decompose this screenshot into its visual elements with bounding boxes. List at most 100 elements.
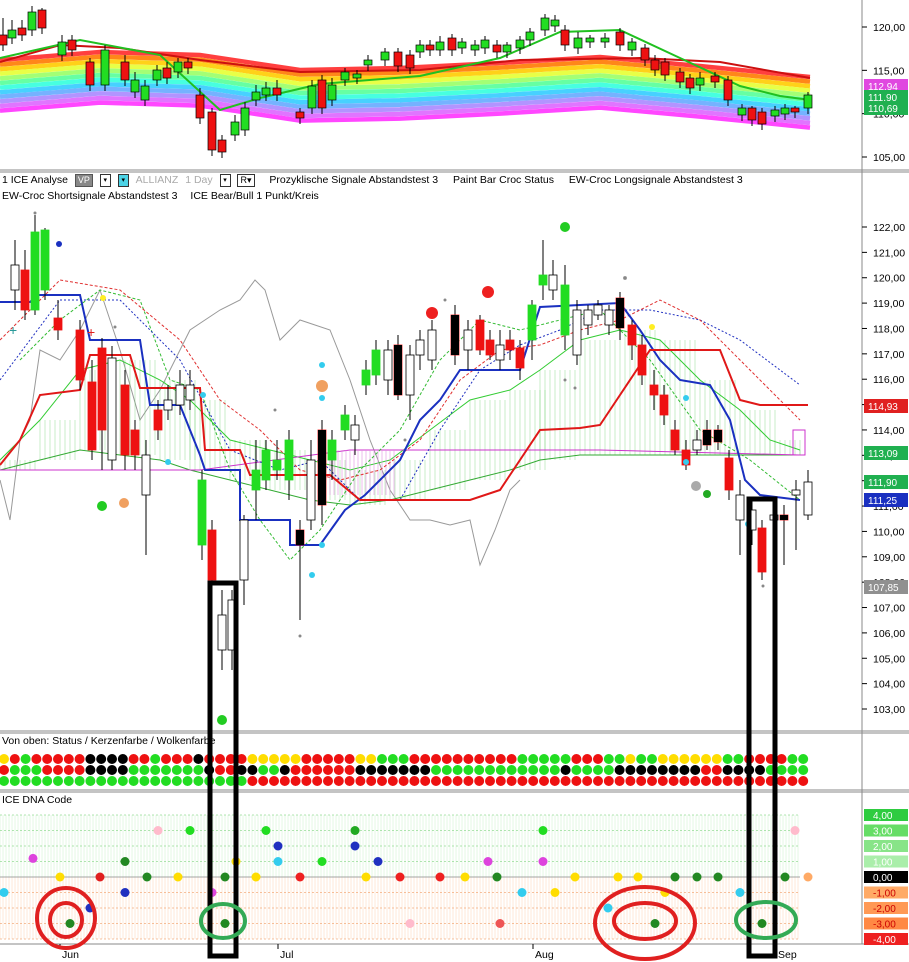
status-dot xyxy=(171,754,182,764)
dna-dot xyxy=(317,857,327,866)
r-button[interactable]: R▾ xyxy=(237,174,255,187)
status-dot xyxy=(409,754,420,764)
panel-top-price xyxy=(0,6,813,158)
status-dot xyxy=(333,776,344,786)
candle-body xyxy=(251,91,261,101)
candle-body xyxy=(791,489,801,496)
status-dot xyxy=(636,776,647,786)
indicator-paintbar[interactable]: Paint Bar Croc Status xyxy=(453,173,554,188)
axis-label: 109,00 xyxy=(873,552,905,564)
dropdown-icon[interactable]: ▾ xyxy=(99,174,111,187)
signal-dot xyxy=(691,481,701,491)
candle-body xyxy=(130,79,140,93)
candle-body xyxy=(140,85,150,101)
status-dot xyxy=(539,754,549,764)
status-dot xyxy=(733,754,744,764)
dna-panel-title: ICE DNA Code xyxy=(2,794,73,806)
candle-body xyxy=(261,87,271,96)
status-dot xyxy=(171,765,182,775)
panel-dna-code xyxy=(0,814,813,940)
axis-label: 120,00 xyxy=(873,273,905,285)
candle-body xyxy=(153,409,163,431)
dna-tag-text: 1,00 xyxy=(873,858,893,869)
candle-body xyxy=(560,284,570,336)
status-dot xyxy=(107,754,117,764)
status-dot xyxy=(431,754,441,764)
status-dot xyxy=(161,754,171,764)
candle-body xyxy=(649,384,659,396)
status-dot xyxy=(279,776,290,786)
status-dot xyxy=(614,776,625,786)
color-dropdown-icon[interactable]: ▾ xyxy=(117,174,129,187)
status-dot xyxy=(776,754,787,764)
status-dot xyxy=(366,776,377,786)
interval-dropdown-icon[interactable]: ▾ xyxy=(219,174,231,187)
dna-dot xyxy=(261,826,271,835)
status-dot xyxy=(344,776,355,786)
indicator-short[interactable]: EW-Croc Shortsignale Abstandstest 3 xyxy=(2,190,177,202)
status-dot xyxy=(107,776,117,786)
status-dot xyxy=(139,776,150,786)
candle-body xyxy=(415,339,425,356)
dna-dot xyxy=(185,826,195,835)
candle-body xyxy=(173,61,183,73)
axis-label: 106,00 xyxy=(873,628,905,640)
status-dot xyxy=(63,754,74,764)
status-dot xyxy=(355,776,366,786)
candle-body xyxy=(502,44,512,53)
status-dot xyxy=(355,765,366,775)
status-dot xyxy=(290,765,301,775)
status-dot xyxy=(344,754,355,764)
candle-body xyxy=(525,31,535,41)
status-dot xyxy=(301,765,312,775)
status-dot xyxy=(85,776,96,786)
candle-body xyxy=(307,85,317,109)
status-dot xyxy=(247,765,258,775)
status-dot xyxy=(625,765,636,775)
status-dot xyxy=(215,754,225,764)
status-dot xyxy=(776,765,787,775)
candle-body xyxy=(350,424,360,441)
signal-dot xyxy=(200,392,206,398)
price-tag-text: 114,93 xyxy=(868,402,898,413)
candle-body xyxy=(515,39,525,49)
status-dot xyxy=(701,765,711,775)
candle-body xyxy=(37,9,47,29)
status-dot xyxy=(53,776,63,786)
dna-dot xyxy=(153,826,163,835)
status-dot xyxy=(625,754,636,764)
indicator-long[interactable]: EW-Croc Longsignale Abstandstest 3 xyxy=(569,173,743,188)
status-dot xyxy=(549,765,560,775)
panel-status-dots xyxy=(0,754,809,786)
signal-dot xyxy=(560,222,570,232)
signal-dot xyxy=(649,324,655,330)
candle-body xyxy=(340,414,350,431)
candle-body-black xyxy=(296,530,304,545)
indicator-cyclic[interactable]: Prozyklische Signale Abstandstest 3 xyxy=(269,173,438,188)
status-dot xyxy=(463,754,474,764)
status-dot xyxy=(258,765,269,775)
status-dot xyxy=(474,765,485,775)
status-dot xyxy=(377,765,387,775)
status-dot xyxy=(506,765,517,775)
candle-body xyxy=(757,111,767,125)
signal-dot xyxy=(316,380,328,392)
status-dot xyxy=(560,776,571,786)
vp-button[interactable]: VP xyxy=(74,174,93,187)
dna-dot xyxy=(251,872,261,882)
dna-tag-text: 2,00 xyxy=(873,842,893,853)
status-dot xyxy=(593,765,603,775)
chart-canvas[interactable]: ++ 120,00115,00110,00105,00122,00121,001… xyxy=(0,0,909,962)
candle-body xyxy=(415,44,425,53)
status-dot xyxy=(355,754,366,764)
indicator-name[interactable]: 1 ICE Analyse xyxy=(2,173,68,188)
candle-body xyxy=(685,77,695,89)
candle-body xyxy=(492,44,502,53)
dna-dot xyxy=(95,872,105,882)
indicator-bearbull[interactable]: ICE Bear/Bull 1 Punkt/Kreis xyxy=(190,190,318,202)
dna-tag-text: -4,00 xyxy=(873,935,896,946)
status-dot xyxy=(701,776,711,786)
status-dot xyxy=(193,754,204,764)
candle-body xyxy=(20,269,30,311)
status-dot xyxy=(85,754,96,764)
